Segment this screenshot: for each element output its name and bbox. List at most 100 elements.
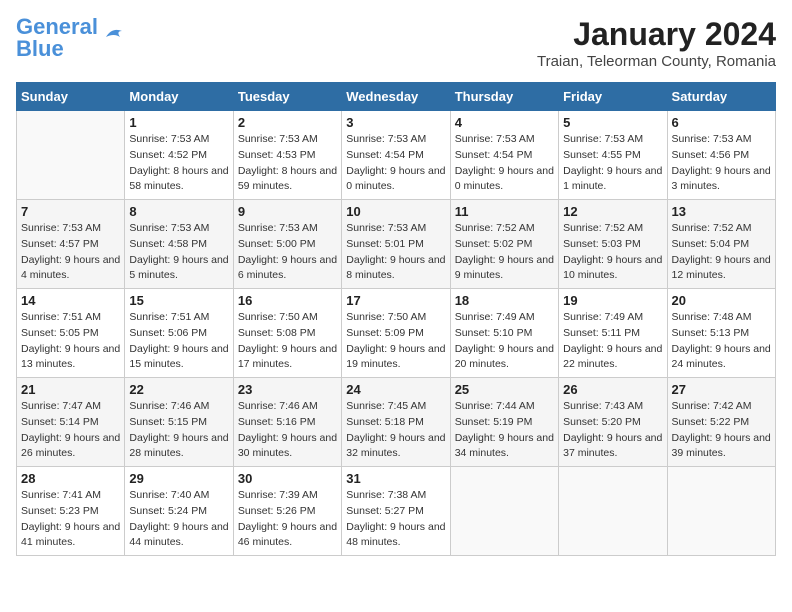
calendar-cell: 28 Sunrise: 7:41 AM Sunset: 5:23 PM Dayli…	[17, 467, 125, 556]
calendar-cell: 15 Sunrise: 7:51 AM Sunset: 5:06 PM Dayli…	[125, 289, 233, 378]
calendar-cell: 10 Sunrise: 7:53 AM Sunset: 5:01 PM Dayli…	[342, 200, 450, 289]
day-detail: Sunrise: 7:53 AM Sunset: 4:53 PM Dayligh…	[238, 132, 337, 195]
day-number: 21	[21, 382, 120, 397]
day-detail: Sunrise: 7:50 AM Sunset: 5:09 PM Dayligh…	[346, 310, 445, 373]
logo-text: GeneralBlue	[16, 16, 98, 60]
logo: GeneralBlue	[16, 16, 130, 60]
day-number: 27	[672, 382, 771, 397]
day-detail: Sunrise: 7:48 AM Sunset: 5:13 PM Dayligh…	[672, 310, 771, 373]
day-detail: Sunrise: 7:52 AM Sunset: 5:04 PM Dayligh…	[672, 221, 771, 284]
day-number: 3	[346, 115, 445, 130]
day-detail: Sunrise: 7:46 AM Sunset: 5:16 PM Dayligh…	[238, 399, 337, 462]
day-detail: Sunrise: 7:53 AM Sunset: 4:52 PM Dayligh…	[129, 132, 228, 195]
day-number: 24	[346, 382, 445, 397]
calendar-cell	[450, 467, 558, 556]
calendar-cell: 19 Sunrise: 7:49 AM Sunset: 5:11 PM Dayli…	[559, 289, 667, 378]
calendar-cell: 11 Sunrise: 7:52 AM Sunset: 5:02 PM Dayli…	[450, 200, 558, 289]
day-detail: Sunrise: 7:42 AM Sunset: 5:22 PM Dayligh…	[672, 399, 771, 462]
calendar-cell: 14Sunrise: 7:51 AM Sunset: 5:05 PM Dayli…	[17, 289, 125, 378]
day-number: 15	[129, 293, 228, 308]
calendar-cell: 30 Sunrise: 7:39 AM Sunset: 5:26 PM Dayli…	[233, 467, 341, 556]
title-block: January 2024 Traian, Teleorman County, R…	[537, 16, 776, 70]
day-number: 12	[563, 204, 662, 219]
day-detail: Sunrise: 7:39 AM Sunset: 5:26 PM Dayligh…	[238, 488, 337, 551]
day-detail: Sunrise: 7:53 AM Sunset: 4:56 PM Dayligh…	[672, 132, 771, 195]
day-number: 4	[455, 115, 554, 130]
day-number: 6	[672, 115, 771, 130]
calendar-cell: 16 Sunrise: 7:50 AM Sunset: 5:08 PM Dayli…	[233, 289, 341, 378]
day-number: 11	[455, 204, 554, 219]
day-number: 19	[563, 293, 662, 308]
col-header-tuesday: Tuesday	[233, 83, 341, 111]
calendar-cell: 26 Sunrise: 7:43 AM Sunset: 5:20 PM Dayli…	[559, 378, 667, 467]
calendar-cell: 3 Sunrise: 7:53 AM Sunset: 4:54 PM Daylig…	[342, 111, 450, 200]
day-number: 5	[563, 115, 662, 130]
col-header-thursday: Thursday	[450, 83, 558, 111]
calendar-cell: 12 Sunrise: 7:52 AM Sunset: 5:03 PM Dayli…	[559, 200, 667, 289]
day-number: 29	[129, 471, 228, 486]
calendar-cell	[17, 111, 125, 200]
col-header-saturday: Saturday	[667, 83, 775, 111]
calendar-cell: 4Sunrise: 7:53 AM Sunset: 4:54 PM Daylig…	[450, 111, 558, 200]
day-number: 14	[21, 293, 120, 308]
day-number: 22	[129, 382, 228, 397]
day-detail: Sunrise: 7:53 AM Sunset: 4:57 PM Dayligh…	[21, 221, 120, 284]
day-detail: Sunrise: 7:50 AM Sunset: 5:08 PM Dayligh…	[238, 310, 337, 373]
day-number: 16	[238, 293, 337, 308]
day-detail: Sunrise: 7:44 AM Sunset: 5:19 PM Dayligh…	[455, 399, 554, 462]
month-year-title: January 2024	[537, 16, 776, 53]
calendar-cell: 22 Sunrise: 7:46 AM Sunset: 5:15 PM Dayli…	[125, 378, 233, 467]
day-detail: Sunrise: 7:52 AM Sunset: 5:03 PM Dayligh…	[563, 221, 662, 284]
calendar-table: SundayMondayTuesdayWednesdayThursdayFrid…	[16, 82, 776, 556]
calendar-cell: 24 Sunrise: 7:45 AM Sunset: 5:18 PM Dayli…	[342, 378, 450, 467]
calendar-week-row: 28 Sunrise: 7:41 AM Sunset: 5:23 PM Dayli…	[17, 467, 776, 556]
calendar-cell: 8 Sunrise: 7:53 AM Sunset: 4:58 PM Daylig…	[125, 200, 233, 289]
day-detail: Sunrise: 7:53 AM Sunset: 5:00 PM Dayligh…	[238, 221, 337, 284]
day-number: 17	[346, 293, 445, 308]
day-number: 7	[21, 204, 120, 219]
day-detail: Sunrise: 7:49 AM Sunset: 5:11 PM Dayligh…	[563, 310, 662, 373]
day-number: 20	[672, 293, 771, 308]
day-detail: Sunrise: 7:41 AM Sunset: 5:23 PM Dayligh…	[21, 488, 120, 551]
day-detail: Sunrise: 7:53 AM Sunset: 4:54 PM Dayligh…	[346, 132, 445, 195]
calendar-cell: 31Sunrise: 7:38 AM Sunset: 5:27 PM Dayli…	[342, 467, 450, 556]
calendar-cell: 1Sunrise: 7:53 AM Sunset: 4:52 PM Daylig…	[125, 111, 233, 200]
day-number: 18	[455, 293, 554, 308]
logo-bird-icon	[102, 23, 130, 43]
calendar-cell: 13 Sunrise: 7:52 AM Sunset: 5:04 PM Dayli…	[667, 200, 775, 289]
day-number: 2	[238, 115, 337, 130]
day-detail: Sunrise: 7:40 AM Sunset: 5:24 PM Dayligh…	[129, 488, 228, 551]
day-detail: Sunrise: 7:53 AM Sunset: 4:58 PM Dayligh…	[129, 221, 228, 284]
day-number: 23	[238, 382, 337, 397]
day-detail: Sunrise: 7:46 AM Sunset: 5:15 PM Dayligh…	[129, 399, 228, 462]
day-detail: Sunrise: 7:49 AM Sunset: 5:10 PM Dayligh…	[455, 310, 554, 373]
col-header-friday: Friday	[559, 83, 667, 111]
calendar-week-row: 1Sunrise: 7:53 AM Sunset: 4:52 PM Daylig…	[17, 111, 776, 200]
calendar-cell: 18 Sunrise: 7:49 AM Sunset: 5:10 PM Dayli…	[450, 289, 558, 378]
day-number: 10	[346, 204, 445, 219]
page-header: GeneralBlue January 2024 Traian, Teleorm…	[16, 16, 776, 70]
calendar-cell: 27 Sunrise: 7:42 AM Sunset: 5:22 PM Dayli…	[667, 378, 775, 467]
calendar-cell: 29 Sunrise: 7:40 AM Sunset: 5:24 PM Dayli…	[125, 467, 233, 556]
day-detail: Sunrise: 7:51 AM Sunset: 5:06 PM Dayligh…	[129, 310, 228, 373]
calendar-cell: 7 Sunrise: 7:53 AM Sunset: 4:57 PM Daylig…	[17, 200, 125, 289]
calendar-cell: 5 Sunrise: 7:53 AM Sunset: 4:55 PM Daylig…	[559, 111, 667, 200]
calendar-cell	[667, 467, 775, 556]
calendar-cell: 20 Sunrise: 7:48 AM Sunset: 5:13 PM Dayli…	[667, 289, 775, 378]
location-subtitle: Traian, Teleorman County, Romania	[537, 53, 776, 70]
col-header-sunday: Sunday	[17, 83, 125, 111]
day-number: 9	[238, 204, 337, 219]
day-detail: Sunrise: 7:53 AM Sunset: 5:01 PM Dayligh…	[346, 221, 445, 284]
day-detail: Sunrise: 7:45 AM Sunset: 5:18 PM Dayligh…	[346, 399, 445, 462]
calendar-week-row: 7 Sunrise: 7:53 AM Sunset: 4:57 PM Daylig…	[17, 200, 776, 289]
day-number: 31	[346, 471, 445, 486]
day-number: 13	[672, 204, 771, 219]
day-number: 28	[21, 471, 120, 486]
day-detail: Sunrise: 7:53 AM Sunset: 4:55 PM Dayligh…	[563, 132, 662, 195]
day-number: 26	[563, 382, 662, 397]
day-number: 8	[129, 204, 228, 219]
day-detail: Sunrise: 7:43 AM Sunset: 5:20 PM Dayligh…	[563, 399, 662, 462]
day-number: 30	[238, 471, 337, 486]
calendar-cell: 6 Sunrise: 7:53 AM Sunset: 4:56 PM Daylig…	[667, 111, 775, 200]
day-detail: Sunrise: 7:52 AM Sunset: 5:02 PM Dayligh…	[455, 221, 554, 284]
